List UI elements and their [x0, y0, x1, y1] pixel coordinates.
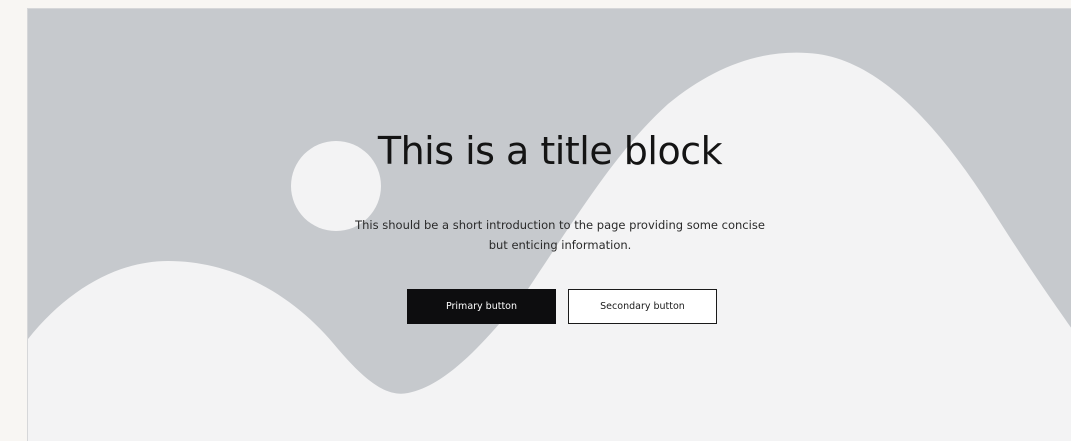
- hero-content: This is a title block This should be a s…: [28, 9, 1071, 441]
- secondary-button[interactable]: Secondary button: [568, 289, 717, 324]
- page-title: This is a title block: [377, 129, 723, 173]
- page-intro: This should be a short introduction to t…: [355, 218, 765, 252]
- hero-section: This is a title block This should be a s…: [27, 8, 1071, 441]
- primary-button[interactable]: Primary button: [407, 289, 556, 324]
